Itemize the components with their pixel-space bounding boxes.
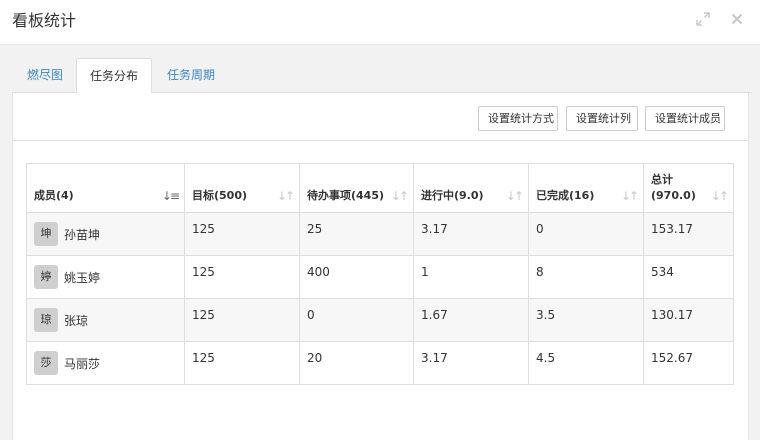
in-progress-cell: 3.17 [413,341,529,385]
sort-icon[interactable]: ↓↑ [277,188,295,204]
sort-icon[interactable]: ↓↑ [506,188,524,204]
member-name: 马丽莎 [64,356,101,371]
total-cell: 152.67 [643,341,734,385]
member-cell: 琼张琼 [26,298,185,342]
table-row: 莎马丽莎 125 20 3.17 4.5 152.67 [26,341,734,385]
member-name: 姚玉婷 [64,270,101,285]
column-header-label: 目标(500) [192,189,248,202]
column-header-done[interactable]: 已完成(16) ↓↑ [528,163,644,213]
table-row: 婷姚玉婷 125 400 1 8 534 [26,255,734,299]
set-stat-members-button[interactable]: 设置统计成员 [645,106,725,131]
table-row: 琼张琼 125 0 1.67 3.5 130.17 [26,298,734,342]
close-icon[interactable] [726,8,748,30]
total-cell: 534 [643,255,734,299]
column-header-target[interactable]: 目标(500) ↓↑ [184,163,300,213]
in-progress-cell: 3.17 [413,212,529,256]
target-cell: 125 [184,255,300,299]
tab-bar: 燃尽图 任务分布 任务周期 [12,58,752,94]
toolbar: 设置统计方式 设置统计列 设置统计成员 [13,93,748,141]
sort-icon[interactable]: ↓↑ [621,188,639,204]
sort-desc-icon[interactable]: ↓≡ [162,188,180,204]
done-cell: 0 [528,212,644,256]
column-header-label: 总计 [651,173,673,186]
in-progress-cell: 1.67 [413,298,529,342]
expand-icon[interactable] [692,8,714,30]
target-cell: 125 [184,298,300,342]
avatar: 婷 [34,265,58,289]
column-header-in-progress[interactable]: 进行中(9.0) ↓↑ [413,163,529,213]
dialog-title: 看板统计 [12,11,77,30]
column-header-label: 成员(4) [34,189,74,202]
member-cell: 莎马丽莎 [26,341,185,385]
column-header-member[interactable]: 成员(4) ↓≡ [26,163,185,213]
tab-burndown[interactable]: 燃尽图 [14,58,76,93]
set-stat-method-button[interactable]: 设置统计方式 [478,106,558,131]
set-stat-columns-button[interactable]: 设置统计列 [566,106,638,131]
table-row: 坤孙苗坤 125 25 3.17 0 153.17 [26,212,734,256]
todo-cell: 20 [299,341,414,385]
avatar: 莎 [34,351,58,375]
member-cell: 婷姚玉婷 [26,255,185,299]
done-cell: 4.5 [528,341,644,385]
column-header-todo[interactable]: 待办事项(445) ↓↑ [299,163,414,213]
sort-icon[interactable]: ↓↑ [711,188,729,204]
member-name: 孙苗坤 [64,227,101,242]
column-header-label: 待办事项(445) [307,189,385,202]
tab-task-distribution[interactable]: 任务分布 [76,58,153,94]
todo-cell: 25 [299,212,414,256]
tab-task-cycle[interactable]: 任务周期 [154,58,228,93]
done-cell: 3.5 [528,298,644,342]
column-header-label: 已完成(16) [536,189,595,202]
member-cell: 坤孙苗坤 [26,212,185,256]
avatar: 琼 [34,308,58,332]
sort-icon[interactable]: ↓↑ [391,188,409,204]
avatar: 坤 [34,222,58,246]
dialog-header: 看板统计 [0,0,760,45]
column-header-label: 进行中(9.0) [421,189,484,202]
stats-table: 成员(4) ↓≡ 目标(500) ↓↑ 待办事项(445) ↓↑ 进行中(9.0… [26,163,734,385]
column-header-total[interactable]: 总计 (970.0) ↓↑ [643,163,734,213]
member-name: 张琼 [64,313,89,328]
tab-content: 设置统计方式 设置统计列 设置统计成员 成员(4) ↓≡ 目标(500) ↓↑ [12,93,749,440]
target-cell: 125 [184,212,300,256]
column-header-label: (970.0) [651,189,696,202]
total-cell: 153.17 [643,212,734,256]
done-cell: 8 [528,255,644,299]
in-progress-cell: 1 [413,255,529,299]
todo-cell: 0 [299,298,414,342]
total-cell: 130.17 [643,298,734,342]
todo-cell: 400 [299,255,414,299]
table-header-row: 成员(4) ↓≡ 目标(500) ↓↑ 待办事项(445) ↓↑ 进行中(9.0… [26,163,734,213]
target-cell: 125 [184,341,300,385]
